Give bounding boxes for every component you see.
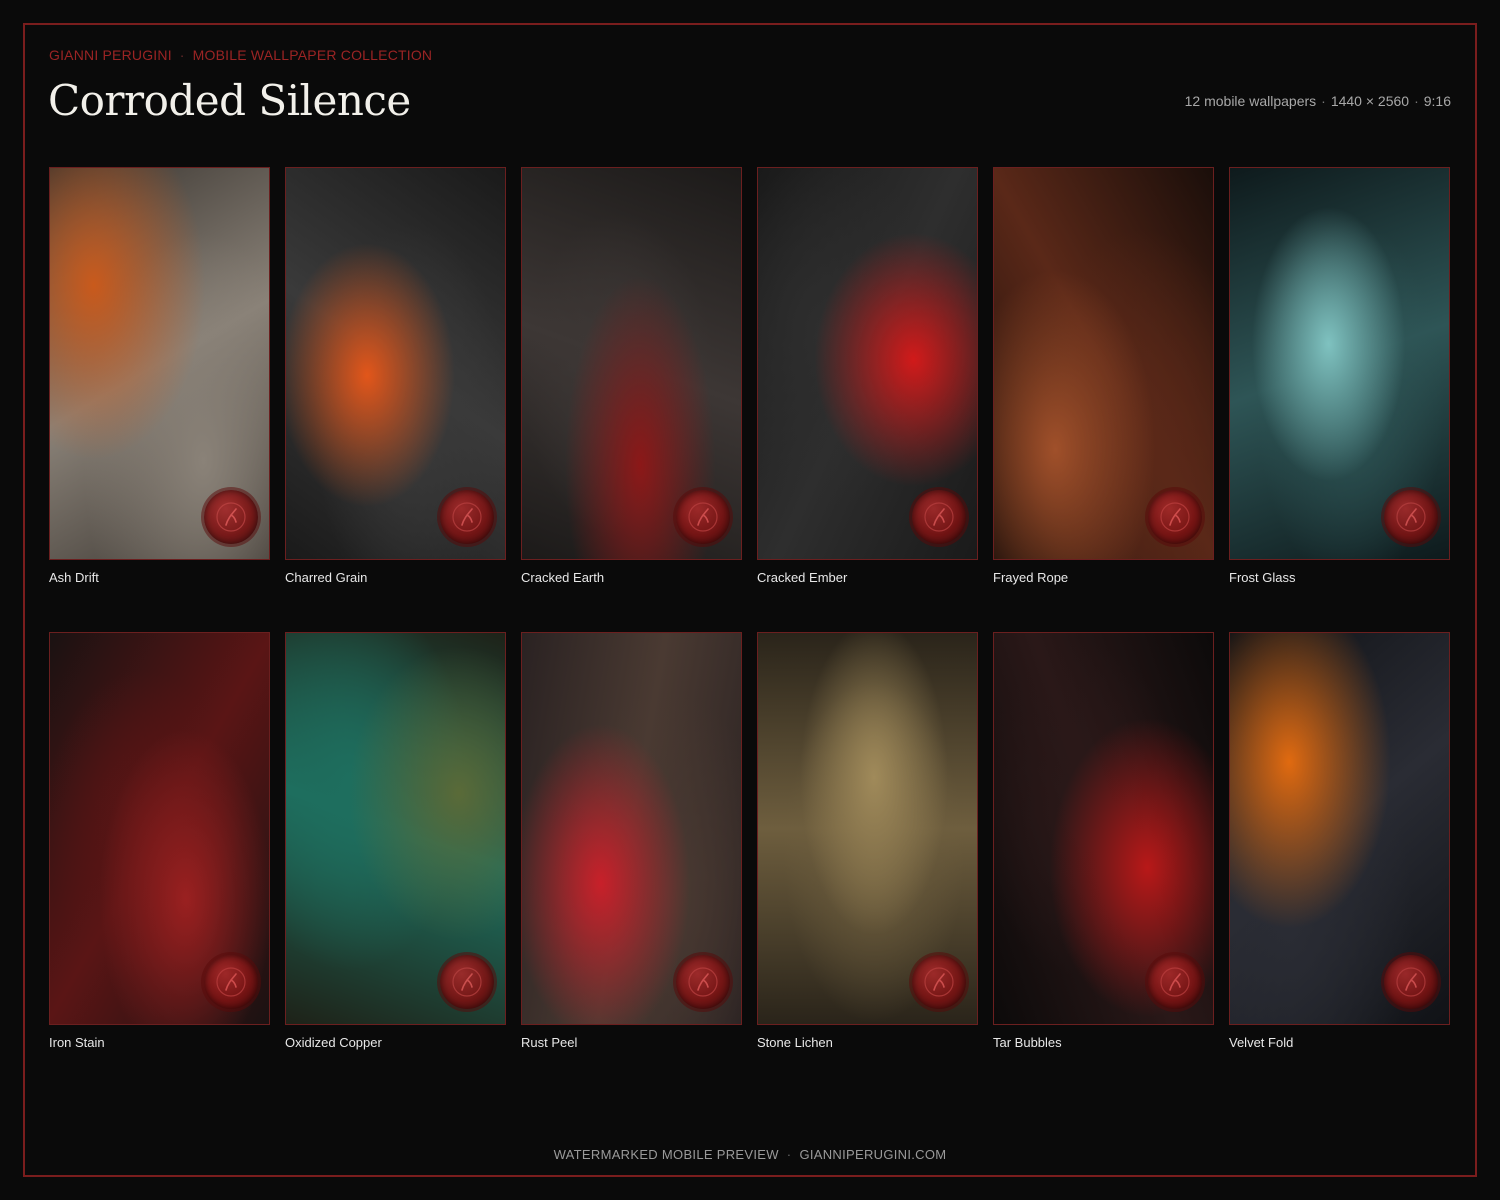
wallpaper-tile[interactable]: Oxidized Copper [285,632,506,1050]
wallpaper-thumbnail[interactable] [285,632,506,1025]
wallpaper-thumbnail[interactable] [521,632,742,1025]
wallpaper-tile[interactable]: Tar Bubbles [993,632,1214,1050]
wax-seal-icon [1148,955,1202,1009]
collection-label: MOBILE WALLPAPER COLLECTION [192,47,433,63]
wax-seal-icon [676,490,730,544]
wax-seal-icon [440,955,494,1009]
brand-line: GIANNI PERUGINI · MOBILE WALLPAPER COLLECT… [49,47,433,63]
wallpaper-caption: Tar Bubbles [993,1035,1062,1050]
wallpaper-tile[interactable]: Cracked Ember [757,167,978,585]
wallpaper-caption: Ash Drift [49,570,99,585]
wallpaper-thumbnail[interactable] [993,167,1214,560]
wallpaper-tile[interactable]: Cracked Earth [521,167,742,585]
wax-seal-icon [912,955,966,1009]
footer: WATERMARKED MOBILE PREVIEW · GIANNIPERUGIN… [553,1147,947,1162]
wallpaper-thumbnail[interactable] [1229,632,1450,1025]
brand-name: GIANNI PERUGINI [49,47,172,63]
wax-seal-icon [1148,490,1202,544]
wax-seal-icon [440,490,494,544]
footer-site-link[interactable]: GIANNIPERUGINI.COM [799,1147,946,1162]
wallpaper-tile[interactable]: Frayed Rope [993,167,1214,585]
wallpaper-tile[interactable]: Ash Drift [49,167,270,585]
wallpaper-caption: Cracked Earth [521,570,605,585]
wallpaper-thumbnail[interactable] [49,632,270,1025]
wallpaper-count: 12 mobile wallpapers [1184,93,1317,109]
wallpaper-caption: Iron Stain [49,1035,105,1050]
wallpaper-caption: Frost Glass [1229,570,1296,585]
wallpaper-thumbnail[interactable] [49,167,270,560]
wax-seal-icon [1384,955,1438,1009]
wallpaper-thumbnail[interactable] [993,632,1214,1025]
wallpaper-tile[interactable]: Velvet Fold [1229,632,1450,1050]
wallpaper-caption: Velvet Fold [1229,1035,1294,1050]
wallpaper-thumbnail[interactable] [1229,167,1450,560]
wallpaper-tile[interactable]: Frost Glass [1229,167,1450,585]
wax-seal-icon [1384,490,1438,544]
wax-seal-icon [204,490,258,544]
wallpaper-caption: Oxidized Copper [285,1035,382,1050]
wallpaper-tile[interactable]: Rust Peel [521,632,742,1050]
page-title: Corroded Silence [48,76,411,125]
wallpaper-thumbnail[interactable] [757,167,978,560]
resolution: 1440 × 2560 [1330,93,1410,109]
collection-meta: 12 mobile wallpapers · 1440 × 2560 · 9:16 [1184,93,1451,109]
wax-seal-icon [676,955,730,1009]
wax-seal-icon [204,955,258,1009]
wallpaper-caption: Frayed Rope [993,570,1069,585]
wallpaper-thumbnail[interactable] [521,167,742,560]
wallpaper-thumbnail[interactable] [757,632,978,1025]
wallpaper-caption: Stone Lichen [757,1035,833,1050]
aspect-ratio: 9:16 [1423,93,1451,109]
wallpaper-tile[interactable]: Iron Stain [49,632,270,1050]
wallpaper-caption: Rust Peel [521,1035,578,1050]
wallpaper-caption: Charred Grain [285,570,368,585]
wax-seal-icon [912,490,966,544]
wallpaper-thumbnail[interactable] [285,167,506,560]
wallpaper-tile[interactable]: Charred Grain [285,167,506,585]
wallpaper-tile[interactable]: Stone Lichen [757,632,978,1050]
footer-label: WATERMARKED MOBILE PREVIEW [553,1147,779,1162]
wallpaper-caption: Cracked Ember [757,570,848,585]
